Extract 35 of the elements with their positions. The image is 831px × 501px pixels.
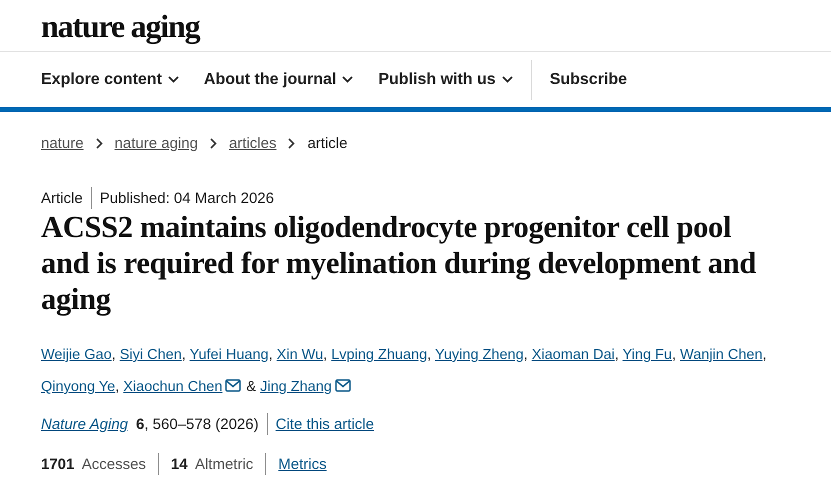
author-link[interactable]: Siyi Chen	[120, 347, 182, 363]
author-link[interactable]: Wanjin Chen	[680, 347, 763, 363]
metric-text: 1701 Accesses	[41, 456, 146, 472]
article-title: ACSS2 maintains oligodendrocyte progenitor cell pool and is required for myelination during development and aging	[41, 209, 758, 317]
author-link[interactable]: Xin Wu	[276, 347, 324, 363]
author-link[interactable]: Ying Fu	[622, 347, 672, 363]
breadcrumb-link[interactable]: nature aging	[114, 135, 198, 152]
breadcrumb-link[interactable]: nature	[41, 135, 84, 152]
author-link[interactable]: Yufei Huang	[190, 347, 269, 363]
cite-link[interactable]: Cite this article	[276, 416, 374, 432]
author-list: Weijie Gao, Siyi Chen, Yufei Huang, Xin Wu, Lvping Zhuang, Yuying Zheng, Xiaoman Dai, Ying Fu, Wanjin Chen, Qinyong Ye, Xiaochun Chen & Jing Zhang	[41, 339, 801, 403]
breadcrumb-current: article	[307, 135, 348, 152]
chevron-right-icon	[288, 138, 296, 149]
author-link[interactable]: Weijie Gao	[41, 347, 112, 363]
citation-text: 6, 560–578 (2026)	[136, 416, 259, 432]
nav-menu-item[interactable]: Explore content	[41, 70, 179, 88]
author-link[interactable]: Qinyong Ye	[41, 379, 116, 395]
author-link[interactable]: Jing Zhang	[260, 379, 332, 395]
published-date: Published: 04 March 2026	[100, 190, 274, 206]
metrics-link[interactable]: Metrics	[278, 456, 327, 472]
chevron-right-icon	[96, 138, 103, 149]
author-link[interactable]: Xiaochun Chen	[123, 379, 222, 395]
author-link[interactable]: Xiaoman Dai	[532, 347, 615, 363]
article-type: Article	[41, 190, 83, 206]
author-link[interactable]: Lvping Zhuang	[331, 347, 428, 363]
chevron-right-icon	[210, 138, 217, 149]
nav-menu-item[interactable]: Subscribe	[550, 70, 628, 88]
journal-link[interactable]: Nature Aging	[41, 416, 128, 432]
nav-menu-item[interactable]: About the journal	[204, 70, 354, 88]
nav-menu-item[interactable]: Publish with us	[378, 70, 513, 88]
metric-text: 14 Altmetric	[170, 456, 254, 472]
author-link[interactable]: Yuying Zheng	[434, 347, 524, 363]
email-icon[interactable]	[334, 379, 351, 392]
breadcrumb-link[interactable]: articles	[228, 135, 276, 152]
email-icon[interactable]	[225, 379, 242, 392]
